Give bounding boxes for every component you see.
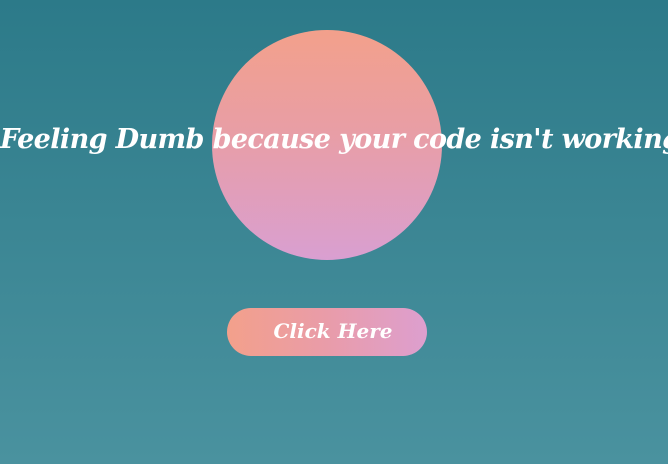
click-here-button[interactable]: me Click Here	[227, 308, 427, 356]
landing-stage: Feeling Dumb because your code isn't wor…	[0, 0, 668, 464]
headline: Feeling Dumb because your code isn't wor…	[0, 124, 668, 155]
button-label: Click Here	[273, 319, 393, 343]
